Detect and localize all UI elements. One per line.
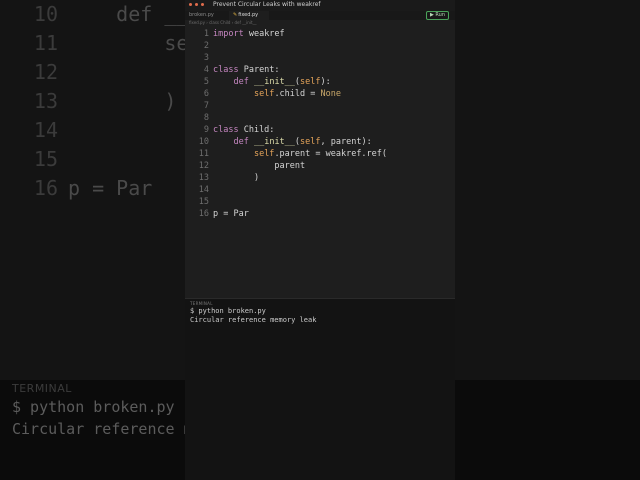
- terminal-line: $ python broken.py: [190, 307, 266, 315]
- backdrop-terminal-line: $ python broken.py: [12, 398, 175, 416]
- backdrop-code-line: 10 def __i: [33, 2, 201, 26]
- tab-broken-py[interactable]: broken.py: [185, 11, 229, 20]
- title-bar: Prevent Circular Leaks with weakref: [185, 0, 455, 11]
- terminal-title: TERMINAL: [190, 301, 213, 306]
- terminal-line: Circular reference memory leak: [190, 316, 317, 324]
- code-line: 3: [203, 53, 209, 63]
- code-line: 14: [198, 185, 209, 195]
- backdrop-code-line: 13 ): [33, 89, 177, 113]
- terminal-panel[interactable]: TERMINAL $ python broken.py Circular ref…: [185, 298, 455, 480]
- run-button[interactable]: ▶ Run: [425, 11, 449, 20]
- code-line: 6 self.child = None: [203, 89, 341, 99]
- code-line: 16 p = Par: [198, 209, 249, 219]
- tab-label: fixed.py: [238, 12, 259, 18]
- code-line: 13 ): [198, 173, 260, 183]
- window-controls: [189, 3, 204, 6]
- backdrop-code-line: 14: [33, 118, 58, 142]
- code-line: 12 parent: [198, 161, 306, 171]
- backdrop-code-line: 16 p = Par: [33, 176, 153, 200]
- backdrop-code-line: 15: [33, 147, 58, 171]
- code-line: 7: [203, 101, 209, 111]
- tab-label: broken.py: [189, 12, 214, 18]
- backdrop-code-line: 12: [33, 60, 58, 84]
- backdrop-code-line: 11 self: [33, 31, 213, 55]
- code-line: 8: [203, 113, 209, 123]
- code-line: 15: [198, 197, 209, 207]
- tab-bar: broken.py ✎fixed.py: [185, 11, 455, 20]
- code-editor[interactable]: 1 import weakref 2 3 4 class Parent: 5 def…: [185, 28, 455, 298]
- minimize-dot-icon[interactable]: [195, 3, 198, 6]
- code-line: 9 class Child:: [203, 125, 275, 135]
- code-line: 10 def __init__(self, parent):: [198, 137, 372, 147]
- code-line: 11 self.parent = weakref.ref(: [198, 149, 388, 159]
- editor-window: Prevent Circular Leaks with weakref brok…: [185, 0, 455, 480]
- backdrop-terminal-line: Circular reference m: [12, 420, 193, 438]
- code-line: 4 class Parent:: [203, 65, 280, 75]
- backdrop-terminal-title: TERMINAL: [12, 382, 72, 395]
- close-dot-icon[interactable]: [189, 3, 192, 6]
- code-line: 1 import weakref: [203, 29, 285, 39]
- run-label: Run: [435, 12, 445, 18]
- tab-fixed-py[interactable]: ✎fixed.py: [229, 11, 269, 20]
- maximize-dot-icon[interactable]: [201, 3, 204, 6]
- pencil-icon: ✎: [233, 12, 238, 18]
- code-line: 5 def __init__(self):: [203, 77, 331, 87]
- window-title: Prevent Circular Leaks with weakref: [213, 1, 321, 8]
- play-icon: ▶: [429, 12, 434, 18]
- code-line: 2: [203, 41, 209, 51]
- breadcrumb: fixed.py › class Child › def __init__: [189, 20, 257, 25]
